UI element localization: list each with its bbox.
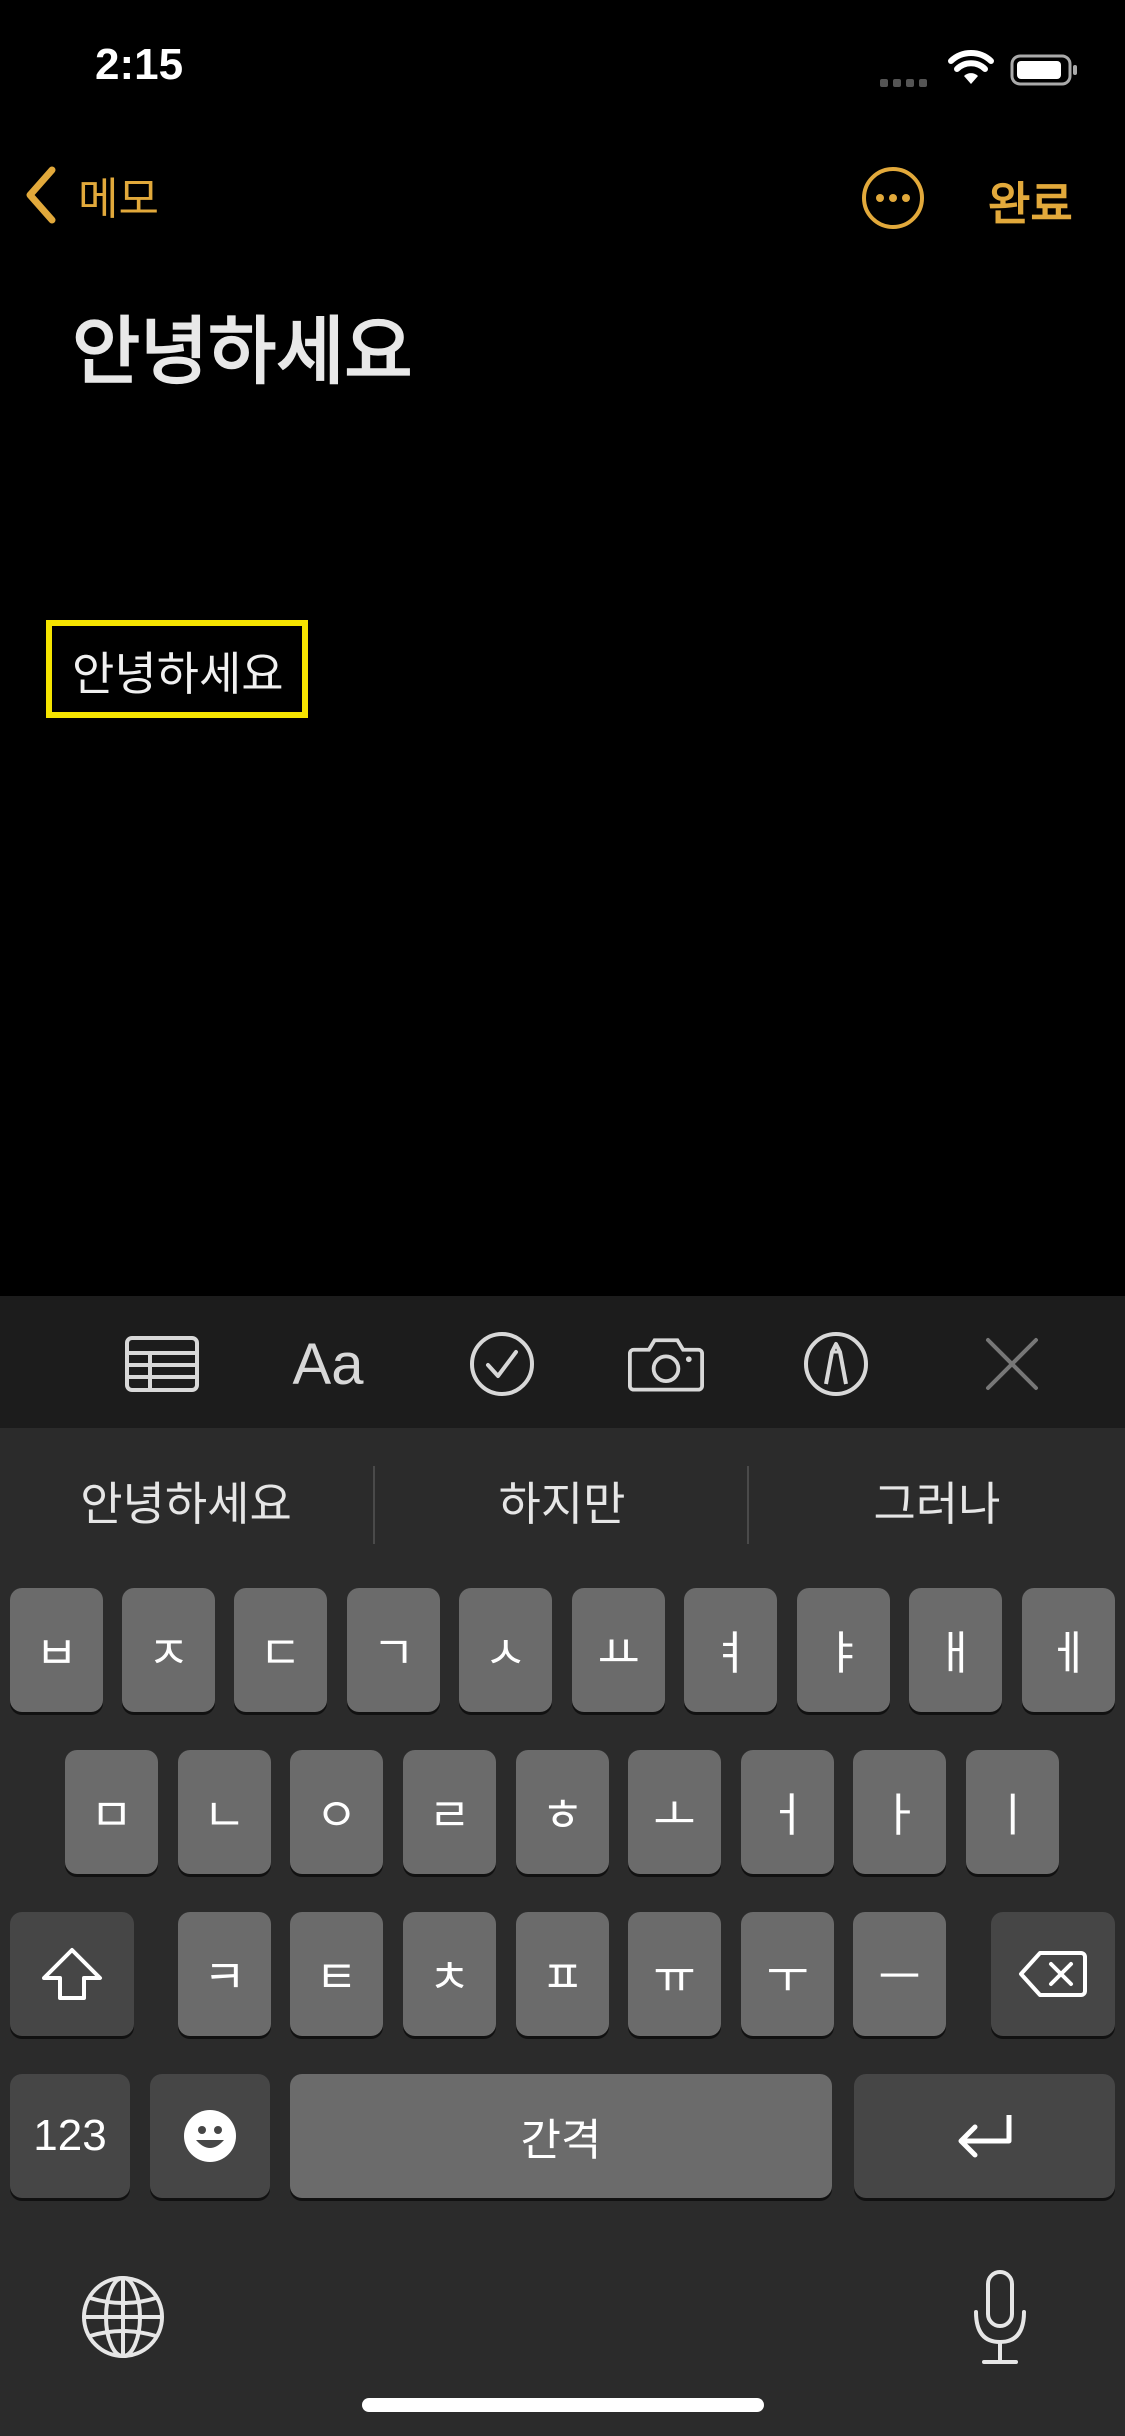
done-button[interactable]: 완료 — [988, 168, 1073, 234]
wifi-icon — [948, 50, 994, 86]
note-title[interactable]: 안녕하세요 — [72, 292, 412, 399]
korean-keyboard: 안녕하세요 하지만 그러나 ㅂ ㅈ ㄷ ㄱ ㅅ ㅛ ㅕ ㅑ ㅐ ㅔ ㅁ ㄴ ㅇ … — [0, 1428, 1125, 2436]
suggestion-3[interactable]: 그러나 — [757, 1468, 1117, 1534]
suggestion-2[interactable]: 하지만 — [382, 1468, 742, 1534]
cellular-signal-icon — [880, 72, 936, 87]
suggestion-1[interactable]: 안녕하세요 — [6, 1468, 366, 1534]
suggestion-divider — [373, 1466, 375, 1544]
home-indicator[interactable] — [362, 2398, 764, 2412]
key[interactable]: ㅡ — [853, 1912, 946, 2036]
ellipsis-circle-icon — [862, 167, 924, 229]
return-arrow-icon — [958, 2115, 1011, 2158]
key[interactable]: ㅗ — [628, 1750, 721, 1874]
shift-arrow-icon — [42, 1948, 102, 2000]
note-body-text[interactable]: 안녕하세요 — [72, 638, 284, 704]
formatting-toolbar: Aa — [0, 1296, 1125, 1428]
backspace-icon — [1019, 1951, 1087, 1997]
key[interactable]: ㅁ — [65, 1750, 158, 1874]
markup-pen-icon[interactable] — [798, 1326, 874, 1402]
key[interactable]: ㅈ — [122, 1588, 215, 1712]
shift-key[interactable] — [10, 1912, 134, 2036]
battery-icon — [1010, 54, 1080, 86]
space-key[interactable]: 간격 — [290, 2074, 832, 2198]
globe-icon[interactable] — [80, 2274, 166, 2360]
key[interactable]: ㅕ — [684, 1588, 777, 1712]
key[interactable]: ㅇ — [290, 1750, 383, 1874]
delete-key[interactable] — [991, 1912, 1115, 2036]
key[interactable]: ㅜ — [741, 1912, 834, 2036]
key[interactable]: ㅐ — [909, 1588, 1002, 1712]
emoji-key[interactable] — [150, 2074, 270, 2198]
key[interactable]: ㅅ — [459, 1588, 552, 1712]
table-icon[interactable] — [124, 1326, 200, 1402]
key[interactable]: ㅓ — [741, 1750, 834, 1874]
emoji-face-icon — [184, 2110, 236, 2162]
numbers-key[interactable]: 123 — [10, 2074, 130, 2198]
key[interactable]: ㅌ — [290, 1912, 383, 2036]
checklist-icon[interactable] — [464, 1326, 540, 1402]
key[interactable]: ㅠ — [628, 1912, 721, 2036]
key[interactable]: ㄱ — [347, 1588, 440, 1712]
suggestion-divider — [747, 1466, 749, 1544]
key[interactable]: ㅏ — [853, 1750, 946, 1874]
status-time: 2:15 — [95, 40, 184, 89]
key[interactable]: ㅂ — [10, 1588, 103, 1712]
close-icon[interactable] — [974, 1326, 1050, 1402]
key[interactable]: ㄹ — [403, 1750, 496, 1874]
suggestion-bar: 안녕하세요 하지만 그러나 — [0, 1428, 1125, 1578]
back-button[interactable]: 메모 — [24, 165, 159, 225]
key[interactable]: ㄴ — [178, 1750, 271, 1874]
return-key[interactable] — [854, 2074, 1115, 2198]
key[interactable]: ㅛ — [572, 1588, 665, 1712]
key[interactable]: ㄷ — [234, 1588, 327, 1712]
more-options-button[interactable] — [861, 166, 925, 230]
microphone-icon[interactable] — [968, 2268, 1032, 2368]
key[interactable]: ㅊ — [403, 1912, 496, 2036]
back-label: 메모 — [78, 174, 159, 225]
key[interactable]: ㅍ — [516, 1912, 609, 2036]
key[interactable]: ㅣ — [966, 1750, 1059, 1874]
key[interactable]: ㅎ — [516, 1750, 609, 1874]
key[interactable]: ㅋ — [178, 1912, 271, 2036]
key[interactable]: ㅔ — [1022, 1588, 1115, 1712]
text-format-button[interactable]: Aa — [290, 1326, 366, 1402]
chevron-left-icon — [26, 166, 56, 224]
camera-icon[interactable] — [628, 1326, 704, 1402]
key[interactable]: ㅑ — [797, 1588, 890, 1712]
